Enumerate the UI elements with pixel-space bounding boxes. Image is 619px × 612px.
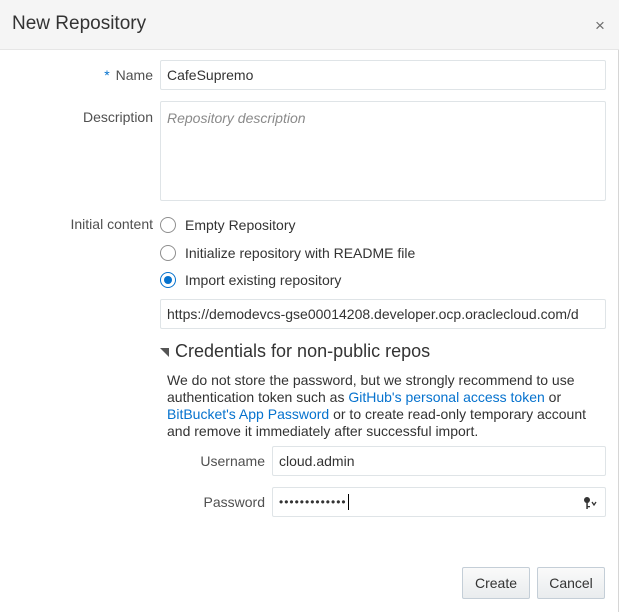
radio-import-existing[interactable]: Import existing repository (160, 270, 341, 290)
name-input-value: CafeSupremo (167, 67, 254, 83)
credentials-heading: Credentials for non-public repos (175, 340, 431, 361)
close-icon[interactable]: × (592, 17, 608, 34)
import-url-input[interactable]: https://demodevcs-gse00014208.developer.… (160, 299, 606, 329)
dialog-header: New Repository × (0, 0, 619, 50)
radio-import-label: Import existing repository (185, 272, 342, 288)
name-input[interactable]: CafeSupremo (160, 60, 606, 90)
dialog-title: New Repository (12, 13, 147, 34)
radio-empty-label: Empty Repository (185, 217, 296, 233)
key-icon[interactable] (583, 496, 597, 510)
username-value: cloud.admin (279, 453, 355, 469)
github-token-link[interactable]: GitHub's personal access token (348, 389, 544, 405)
credentials-note: We do not store the password, but we str… (167, 372, 597, 440)
credentials-section-toggle[interactable]: Credentials for non-public repos (160, 340, 430, 362)
required-marker: * (104, 67, 110, 83)
description-label: Description (82, 109, 153, 125)
password-input[interactable]: ••••••••••••• (272, 487, 606, 517)
initial-content-label: Initial content (70, 216, 154, 232)
radio-icon[interactable] (160, 272, 176, 288)
name-label-text: Name (115, 67, 153, 83)
new-repository-dialog: New Repository × * Name CafeSupremo Descr… (0, 0, 619, 612)
description-placeholder: Repository description (167, 110, 306, 126)
text-caret (347, 494, 349, 510)
username-label: Username (200, 453, 265, 469)
name-label: * Name (60, 67, 153, 83)
bitbucket-password-link[interactable]: BitBucket's App Password (167, 406, 329, 422)
import-url-value: https://demodevcs-gse00014208.developer.… (167, 306, 579, 322)
password-label: Password (203, 494, 265, 510)
create-button[interactable]: Create (462, 567, 530, 599)
triangle-down-icon[interactable] (160, 347, 169, 357)
password-mask: ••••••••••••• (279, 495, 347, 509)
cancel-button[interactable]: Cancel (537, 567, 605, 599)
description-textarea[interactable]: Repository description (160, 101, 606, 201)
radio-icon[interactable] (160, 245, 176, 261)
note-text-2: or (544, 389, 562, 405)
radio-icon[interactable] (160, 217, 176, 233)
radio-init-readme[interactable]: Initialize repository with README file (160, 243, 415, 263)
radio-readme-label: Initialize repository with README file (185, 245, 416, 261)
username-input[interactable]: cloud.admin (272, 446, 606, 476)
radio-empty-repository[interactable]: Empty Repository (160, 215, 295, 235)
